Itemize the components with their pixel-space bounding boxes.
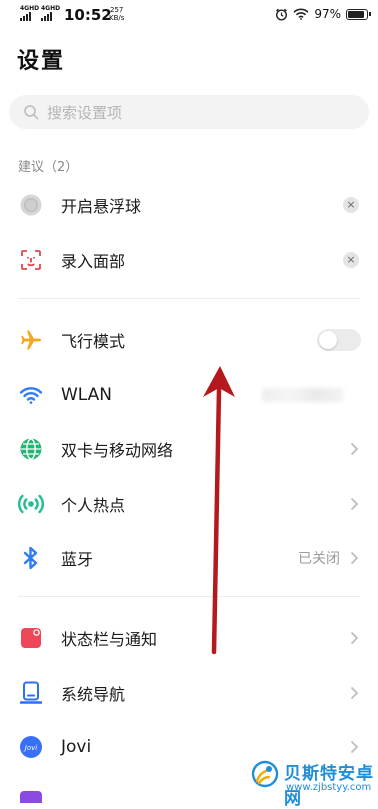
suggestion-label: 录入面部	[61, 252, 126, 271]
notification-icon	[18, 625, 44, 651]
globe-icon	[18, 436, 44, 462]
next-item-icon-partial	[20, 791, 42, 803]
watermark: 贝斯特安卓网 www.zjbstyy.com	[246, 757, 378, 809]
airplane-mode-toggle[interactable]	[317, 329, 361, 351]
settings-item-label: 蓝牙	[61, 550, 94, 569]
jovi-icon: Jovi	[18, 734, 44, 760]
settings-item-label: Jovi	[61, 737, 92, 757]
battery-fill	[348, 10, 364, 18]
chevron-right-icon	[350, 631, 359, 645]
settings-item-label: 状态栏与通知	[61, 630, 158, 649]
divider	[18, 596, 360, 597]
chevron-right-icon	[350, 740, 359, 754]
battery-percent: 97%	[314, 7, 341, 21]
dismiss-button[interactable]: ×	[343, 252, 359, 268]
settings-item-label: 系统导航	[61, 685, 126, 704]
sim1-signal-icon	[20, 12, 31, 21]
settings-item-wlan[interactable]: WLAN	[0, 368, 378, 422]
settings-item-label: WLAN	[61, 385, 113, 405]
battery-icon	[346, 8, 371, 20]
settings-item-status-bar-notifications[interactable]: 状态栏与通知	[0, 611, 378, 665]
network-speed: 257 KB/s	[109, 6, 124, 22]
suggestion-item-face[interactable]: 录入面部 ×	[0, 233, 378, 287]
status-bar: 4GHD 4GHD 10:52 257 KB/s 97%	[0, 0, 378, 32]
settings-item-hotspot[interactable]: 个人热点	[0, 477, 378, 531]
settings-item-bluetooth[interactable]: 蓝牙 已关闭	[0, 531, 378, 585]
clock: 10:52	[64, 6, 112, 24]
page-title: 设置	[17, 49, 66, 74]
settings-item-label: 双卡与移动网络	[61, 441, 174, 460]
status-right: 97%	[275, 7, 371, 21]
suggestions-header: 建议（2）	[18, 160, 79, 175]
dismiss-button[interactable]: ×	[343, 197, 359, 213]
bluetooth-icon	[18, 545, 44, 571]
suggestion-item-floating-ball[interactable]: 开启悬浮球 ×	[0, 178, 378, 232]
hotspot-icon	[18, 491, 44, 517]
floating-ball-icon	[18, 192, 44, 218]
bluetooth-status: 已关闭	[298, 551, 340, 567]
speed-unit: KB/s	[109, 14, 125, 22]
watermark-logo-icon	[251, 760, 279, 788]
wifi-icon	[18, 382, 44, 408]
chevron-right-icon	[350, 497, 359, 511]
chevron-right-icon	[350, 686, 359, 700]
chevron-right-icon	[350, 551, 359, 565]
sim2-signal-icon	[41, 12, 52, 21]
settings-item-system-navigation[interactable]: 系统导航	[0, 666, 378, 720]
wlan-network-name-blurred	[262, 388, 344, 402]
divider	[18, 298, 360, 299]
watermark-url: www.zjbstyy.com	[286, 782, 372, 793]
chevron-right-icon	[350, 442, 359, 456]
settings-item-dual-sim[interactable]: 双卡与移动网络	[0, 422, 378, 476]
alarm-icon	[276, 8, 288, 21]
speed-value: 257	[110, 6, 124, 14]
navigation-icon	[18, 680, 44, 706]
suggestion-label: 开启悬浮球	[61, 197, 142, 216]
settings-item-label: 飞行模式	[61, 332, 126, 351]
search-input[interactable]: 搜索设置项	[9, 95, 369, 129]
search-placeholder: 搜索设置项	[47, 103, 123, 122]
settings-item-airplane-mode[interactable]: 飞行模式	[0, 313, 378, 367]
airplane-icon	[18, 327, 44, 353]
face-scan-icon	[18, 247, 44, 273]
toggle-knob	[319, 331, 337, 349]
search-icon	[24, 105, 39, 120]
jovi-logo-text: Jovi	[23, 744, 37, 752]
settings-item-label: 个人热点	[61, 496, 126, 515]
wifi-status-icon	[293, 8, 309, 20]
